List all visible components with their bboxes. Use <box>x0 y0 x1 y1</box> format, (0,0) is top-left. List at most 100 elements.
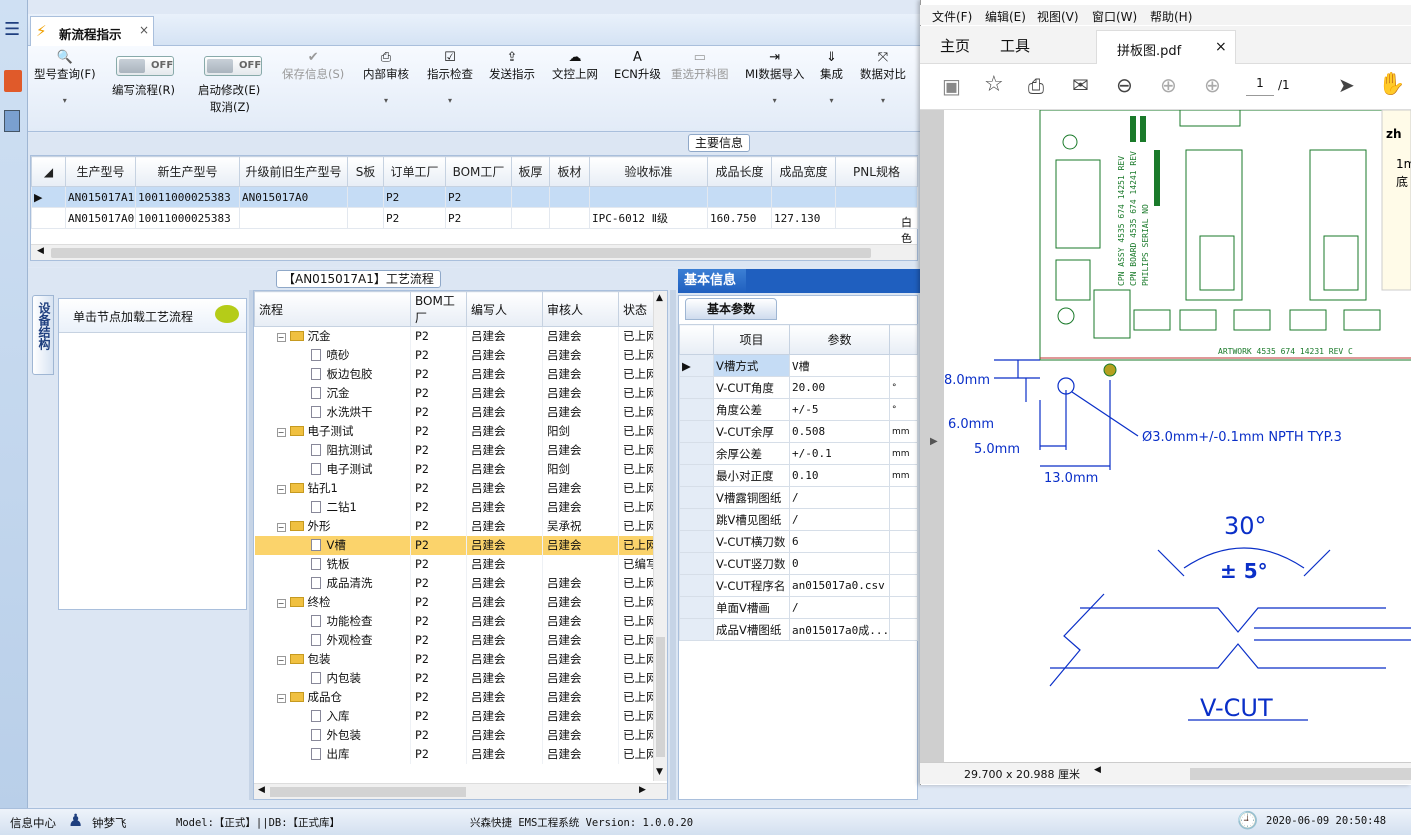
tree-node[interactable]: − 沉金 <box>254 326 411 346</box>
param-value[interactable]: an015017a0成... <box>789 618 890 641</box>
tree-row[interactable]: 喷砂 P2 吕建会 吕建会 已上网 <box>254 345 655 365</box>
tab-document[interactable]: 拼板图.pdf × <box>1096 30 1236 64</box>
column-header[interactable]: 编写人 <box>466 291 543 327</box>
param-row[interactable]: 成品V槽图纸 an015017a0成... <box>679 618 918 641</box>
menu-window[interactable]: 窗口(W) <box>1092 8 1137 25</box>
param-row[interactable]: V-CUT余厚 0.508 mm <box>679 420 918 443</box>
tree-node[interactable]: − 外形 <box>254 516 411 536</box>
start-modify-toggle[interactable]: OFF <box>204 56 262 76</box>
tree-node[interactable]: − 终检 <box>254 592 411 612</box>
tree-node[interactable]: − 包装 <box>254 649 411 669</box>
menu-icon[interactable]: ☰ <box>4 21 20 39</box>
reselect-image-button[interactable]: ▭ 重选开料图 <box>671 50 729 82</box>
column-header[interactable]: BOM工厂 <box>410 291 467 327</box>
close-icon[interactable]: × <box>139 23 149 37</box>
save-info-button[interactable]: ✔ 保存信息(S) <box>282 50 344 82</box>
table-cell[interactable] <box>347 207 384 229</box>
table-cell[interactable]: AN015017A0 <box>65 207 136 229</box>
column-header[interactable]: S板 <box>347 156 384 187</box>
column-header[interactable]: 订单工厂 <box>383 156 446 187</box>
table-cell[interactable]: 10011000025383 <box>135 207 240 229</box>
tree-row[interactable]: 电子测试 P2 吕建会 阳剑 已上网 <box>254 459 655 479</box>
param-value[interactable]: / <box>789 508 890 531</box>
tree-row[interactable]: 出库 P2 吕建会 吕建会 已上网 <box>254 744 655 764</box>
param-value[interactable]: 0.10 <box>789 464 890 487</box>
table-cell[interactable]: AN015017A0 <box>239 186 348 208</box>
table-cell[interactable]: P2 <box>383 186 446 208</box>
tree-node[interactable]: 外包装 <box>254 725 411 745</box>
table-cell[interactable] <box>239 207 348 229</box>
param-value[interactable]: 0 <box>789 552 890 575</box>
tree-node[interactable]: − 电子测试 <box>254 421 411 441</box>
vertical-scrollbar[interactable]: ▲ ▼ <box>653 291 667 781</box>
tree-row[interactable]: 阻抗测试 P2 吕建会 吕建会 已上网 <box>254 440 655 460</box>
param-row[interactable]: V-CUT角度 20.00 ° <box>679 376 918 399</box>
mail-icon[interactable]: ✉ <box>1072 73 1089 97</box>
tree-row[interactable]: 沉金 P2 吕建会 吕建会 已上网 <box>254 383 655 403</box>
tab-new-flow[interactable]: ⚡ 新流程指示 × <box>30 16 154 46</box>
scroll-thumb[interactable] <box>51 248 871 258</box>
tree-node[interactable]: 外观检查 <box>254 630 411 650</box>
table-cell[interactable]: 160.750 <box>707 207 772 229</box>
tree-node[interactable]: − 成品仓 <box>254 687 411 707</box>
collapse-icon[interactable]: − <box>276 333 286 343</box>
collapse-icon[interactable]: − <box>276 485 286 494</box>
table-cell[interactable] <box>707 186 772 208</box>
param-value[interactable]: V槽 <box>789 354 890 377</box>
file-upload-button[interactable]: ☁ 文控上网 <box>552 50 598 82</box>
tree-row[interactable]: − 外形 P2 吕建会 吴承祝 已上网 <box>254 516 655 536</box>
table-cell[interactable] <box>589 186 708 208</box>
table-cell[interactable] <box>835 186 918 208</box>
ecn-upgrade-button[interactable]: A ECN升级 <box>614 50 661 82</box>
tree-row[interactable]: 二钻1 P2 吕建会 吕建会 已上网 <box>254 497 655 517</box>
column-header[interactable]: 成品长度 <box>707 156 772 187</box>
integrate-button[interactable]: ⇓ 集成 ▾ <box>820 50 843 105</box>
cursor-icon[interactable]: ➤ <box>1338 73 1355 97</box>
collapse-icon[interactable]: − <box>276 656 286 665</box>
menu-edit[interactable]: 编辑(E) <box>985 8 1026 25</box>
scroll-left-icon[interactable]: ◀ <box>258 785 265 795</box>
tree-node[interactable]: 沉金 <box>254 383 411 403</box>
scroll-up-icon[interactable]: ▲ <box>656 293 663 303</box>
scroll-thumb[interactable] <box>656 637 665 757</box>
param-value[interactable]: 20.00 <box>789 376 890 399</box>
param-row[interactable]: 最小对正度 0.10 mm <box>679 464 918 487</box>
param-row[interactable]: V-CUT竖刀数 0 <box>679 552 918 575</box>
column-header[interactable]: 板厚 <box>511 156 550 187</box>
column-header[interactable]: 板材 <box>549 156 590 187</box>
param-row[interactable]: ▶ V槽方式 V槽 <box>679 354 918 377</box>
query-button[interactable]: 🔍 型号查询(F) ▾ <box>34 50 96 105</box>
app-icon[interactable] <box>4 70 22 92</box>
table-cell[interactable]: 127.130 <box>771 207 836 229</box>
data-compare-button[interactable]: ⤧ 数据对比 ▾ <box>860 50 906 105</box>
tree-row[interactable]: − 成品仓 P2 吕建会 吕建会 已上网 <box>254 687 655 707</box>
table-cell[interactable] <box>347 186 384 208</box>
table-cell[interactable] <box>771 186 836 208</box>
doc-icon[interactable] <box>4 110 20 132</box>
horizontal-scrollbar[interactable]: ◀ <box>31 244 917 260</box>
star-icon[interactable]: ☆ <box>984 72 1004 97</box>
table-cell[interactable]: AN015017A1 <box>65 186 136 208</box>
column-header[interactable]: 成品宽度 <box>771 156 836 187</box>
param-row[interactable]: 角度公差 +/-5 ° <box>679 398 918 421</box>
table-cell[interactable]: P2 <box>445 186 512 208</box>
param-value[interactable]: / <box>789 596 890 619</box>
write-flow-button[interactable]: 编写流程(R) <box>112 82 175 98</box>
column-header[interactable]: BOM工厂 <box>445 156 512 187</box>
param-row[interactable]: 跳V槽见图纸 / <box>679 508 918 531</box>
tree-node[interactable]: 水洗烘干 <box>254 402 411 422</box>
horizontal-scrollbar[interactable]: ◀ ▶ <box>254 783 667 799</box>
device-hint-bar[interactable]: 单击节点加载工艺流程 <box>59 299 246 333</box>
cancel-button[interactable]: 取消(Z) <box>210 99 250 115</box>
menu-help[interactable]: 帮助(H) <box>1150 8 1192 25</box>
next-page-icon[interactable]: ⊕ <box>1204 73 1221 97</box>
tree-row[interactable]: − 终检 P2 吕建会 吕建会 已上网 <box>254 592 655 612</box>
param-value[interactable]: / <box>789 486 890 509</box>
tree-node[interactable]: 铣板 <box>254 554 411 574</box>
column-header[interactable]: 升级前旧生产型号 <box>239 156 348 187</box>
scroll-left-icon[interactable]: ◀ <box>37 246 44 256</box>
table-cell[interactable]: 10011000025383 <box>135 186 240 208</box>
hand-icon[interactable]: ✋ <box>1378 72 1405 97</box>
table-cell[interactable]: P2 <box>383 207 446 229</box>
start-modify-button[interactable]: 启动修改(E) <box>198 82 260 98</box>
